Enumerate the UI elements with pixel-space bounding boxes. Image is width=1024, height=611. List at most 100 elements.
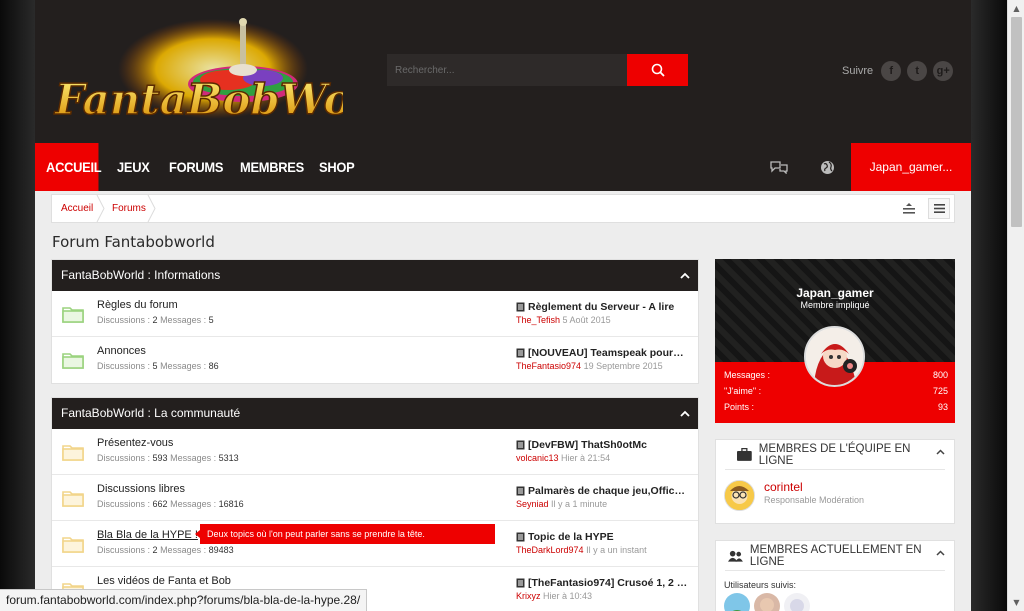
category-communaute: FantaBobWorld : La communauté Présentez-… [51,397,699,611]
search-input[interactable] [387,54,627,86]
page-viewport: FantaBobWorld Suivre f t g+ ACCUEIL JEUX… [0,0,1007,611]
box-header: MEMBRES ACTUELLEMENT EN LIGNE [725,541,945,571]
vertical-scrollbar[interactable]: ▲ ▼ [1007,0,1024,611]
folder-icon [62,353,84,369]
last-post-title: [DevFBW] ThatSh0otMc [528,439,647,451]
last-post-user[interactable]: TheDarkLord974 [516,545,584,555]
last-post-user[interactable]: Krixyz [516,591,541,601]
users-icon [728,550,743,562]
breadcrumb-home[interactable]: Accueil [61,195,93,222]
breadcrumb-separator [96,195,105,222]
last-post: [DevFBW] ThatSh0otMc volcanic13 Hier à 2… [516,439,688,463]
last-post-user[interactable]: TheFantasio974 [516,361,581,371]
box-header: MEMBRES DE L'ÉQUIPE EN LIGNE [725,440,945,470]
scroll-up-icon[interactable]: ▲ [1008,0,1024,17]
forum-title[interactable]: Les vidéos de Fanta et Bob [97,575,231,587]
globe-icon[interactable] [817,157,837,177]
category-title: FantaBobWorld : Informations [61,268,221,282]
last-post-date: Il y a 1 minute [551,499,608,509]
avatar[interactable] [754,593,780,611]
profile-card: Japan_gamer Membre impliqué Messages :80… [715,259,955,423]
browser-status-url: forum.fantabobworld.com/index.php?forums… [0,589,368,611]
breadcrumb-separator [147,195,156,222]
document-icon [516,302,525,312]
search-icon [651,63,665,77]
collapse-chevron-icon[interactable] [936,550,945,556]
forum-row: Règles du forum Discussions : 2 Messages… [52,291,698,337]
forum-description-tooltip: Deux topics où l'on peut parler sans se … [195,524,495,544]
nav-shop[interactable]: SHOP [319,143,355,191]
box-title: MEMBRES ACTUELLEMENT EN LIGNE [749,543,922,568]
folder-icon [62,445,84,461]
twitter-icon[interactable]: t [907,61,928,81]
staff-member-name[interactable]: corintel [764,480,803,494]
last-post-title: Palmarès de chaque jeu,Offic… [528,485,685,497]
forum-title[interactable]: Présentez-vous [97,437,173,449]
avatar[interactable] [724,593,750,611]
last-post-user[interactable]: The_Tefish [516,315,560,325]
social-follow: Suivre f t g+ [842,60,954,82]
scroll-down-icon[interactable]: ▼ [1008,594,1024,611]
nav-jeux[interactable]: JEUX [117,143,150,191]
site-logo[interactable]: FantaBobWorld [53,14,343,134]
avatar[interactable] [724,480,755,511]
category-informations: FantaBobWorld : Informations Règles du f… [51,259,699,384]
last-post-title: Topic de la HYPE [528,531,614,543]
breadcrumb-forums[interactable]: Forums [112,195,146,222]
last-post-title: [NOUVEAU] Teamspeak pour… [528,347,684,359]
document-icon [516,486,525,496]
page-title: Forum Fantabobworld [52,233,215,251]
site-header: FantaBobWorld Suivre f t g+ [35,0,971,143]
forum-stats: Discussions : 593 Messages : 5313 [97,453,239,463]
forum-title[interactable]: Discussions libres [97,483,185,495]
profile-stat: "J'aime" :725 [724,386,948,396]
svg-text:FantaBobWorld: FantaBobWorld [54,75,343,124]
forum-title[interactable]: Bla Bla de la HYPE ! [97,529,198,541]
user-menu[interactable]: Japan_gamer... [851,143,971,191]
last-post: [TheFantasio974] Crusoé 1, 2 … Krixyz Hi… [516,577,688,601]
last-post-user[interactable]: Seyniad [516,499,549,509]
folder-icon [62,537,84,553]
forum-stats: Discussions : 662 Messages : 16816 [97,499,244,509]
search-bar [387,54,688,86]
forum-stats: Discussions : 5 Messages : 86 [97,361,219,371]
follow-label: Suivre [842,65,874,77]
last-post-date: Il y a un instant [586,545,647,555]
folder-icon [62,307,84,323]
document-icon [516,440,525,450]
profile-username[interactable]: Japan_gamer [715,286,955,300]
profile-stat: Messages :800 [724,370,948,380]
googleplus-icon[interactable]: g+ [933,61,954,81]
forum-title[interactable]: Annonces [97,345,146,357]
scroll-thumb[interactable] [1011,17,1022,227]
category-header: FantaBobWorld : La communauté [52,398,698,429]
avatar[interactable] [784,593,810,611]
collapse-chevron-icon[interactable] [936,449,945,455]
members-online-box: MEMBRES ACTUELLEMENT EN LIGNE Utilisateu… [715,540,955,611]
facebook-icon[interactable]: f [881,61,902,81]
collapse-chevron-icon[interactable] [680,260,690,291]
box-title: MEMBRES DE L'ÉQUIPE EN LIGNE [758,442,911,467]
nav-accueil[interactable]: ACCUEIL [35,143,102,191]
forum-stats: Discussions : 2 Messages : 89483 [97,545,234,555]
nav-membres[interactable]: MEMBRES [240,143,304,191]
category-header: FantaBobWorld : Informations [52,260,698,291]
last-post: Topic de la HYPE TheDarkLord974 Il y a u… [516,531,688,555]
menu-icon[interactable] [928,198,950,219]
last-post-date: Hier à 21:54 [561,453,611,463]
search-button[interactable] [627,54,688,86]
last-post-date: 5 Août 2015 [562,315,611,325]
conversations-icon[interactable] [769,157,789,177]
collapse-chevron-icon[interactable] [680,398,690,429]
breadcrumb: Accueil Forums [51,194,955,223]
last-post-date: 19 Septembre 2015 [583,361,663,371]
last-post-user[interactable]: volcanic13 [516,453,559,463]
forum-title[interactable]: Règles du forum [97,299,178,311]
profile-rank: Membre impliqué [800,300,870,310]
nav-forums[interactable]: FORUMS [169,143,223,191]
staff-online-box: MEMBRES DE L'ÉQUIPE EN LIGNE corintel Re… [715,439,955,524]
staff-member-role: Responsable Modération [764,495,865,505]
mark-read-icon[interactable] [898,198,920,219]
last-post-date: Hier à 10:43 [543,591,593,601]
forum-row: Discussions libres Discussions : 662 Mes… [52,475,698,521]
